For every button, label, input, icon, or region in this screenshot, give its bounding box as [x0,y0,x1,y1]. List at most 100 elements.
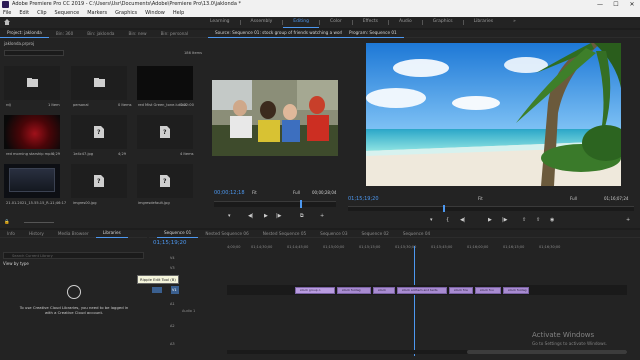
marker-icon[interactable]: ▾ [228,213,231,219]
lock-icon[interactable]: 🔒 [4,220,10,225]
add-button-icon[interactable]: + [626,217,630,223]
tab-media-browser[interactable]: Media Browser [51,230,96,238]
timeline-clip[interactable]: stock anthem and texts [397,287,447,294]
workspace-tab-assembly[interactable]: Assembly [241,17,283,28]
timeline-clip[interactable]: stock group o [295,287,335,294]
tool-tooltip: Ripple Edit Tool (B) [137,275,179,284]
audio-track-name: Audio 1 [182,309,196,313]
item-label: rdj [6,103,11,107]
maximize-button[interactable]: ☐ [608,0,624,9]
step-back-icon[interactable]: ◀| [248,213,254,219]
play-icon[interactable]: ▶ [264,213,268,219]
workspace-tab-color[interactable]: Color [320,17,352,28]
source-scrubber[interactable] [214,200,336,208]
tab-program[interactable]: Program: Sequence 01 [342,29,404,38]
source-playhead[interactable] [300,200,302,208]
add-button-icon[interactable]: + [320,213,324,219]
menu-sequence[interactable]: Sequence [55,9,80,17]
close-button[interactable]: ✕ [624,0,640,9]
menu-clip[interactable]: Clip [37,9,46,17]
tab-bin-new[interactable]: Bin: new [121,30,153,38]
home-icon[interactable] [4,19,10,25]
zoom-slider[interactable] [24,222,54,223]
timeline-clip[interactable]: stock footag [337,287,371,294]
project-item-folder[interactable] [4,66,60,100]
marker-icon[interactable]: ▾ [430,217,433,223]
workspace-tab-editing[interactable]: Editing [283,17,319,28]
project-search-input[interactable] [4,50,64,56]
source-patch-v1[interactable] [152,287,162,293]
project-item-image[interactable]: ? [137,164,193,198]
tab-sequence-04[interactable]: Sequence 04 [396,230,437,238]
tab-sequence-02[interactable]: Sequence 02 [355,230,396,238]
workspace-tab-learning[interactable]: Learning [200,17,240,28]
program-scrubber[interactable] [348,205,634,212]
timeline-clip[interactable]: stock footag [503,287,529,294]
menu-graphics[interactable]: Graphics [115,9,137,17]
menu-file[interactable]: File [3,9,11,17]
insert-icon[interactable]: ⧉ [300,213,304,219]
lift-icon[interactable]: ⇧ [522,217,526,223]
workspace-tab-libraries[interactable]: Libraries [464,17,503,28]
extract-icon[interactable]: ⇪ [536,217,540,223]
timeline-timecode[interactable]: 01;15;19;20 [153,240,187,246]
minimize-button[interactable]: — [592,0,608,9]
program-playhead[interactable] [443,205,445,212]
view-by-select[interactable]: View by type [3,261,29,266]
project-filename: jaklonda.prproj [4,41,35,46]
project-item-clip[interactable] [4,164,60,198]
tab-sequence-01[interactable]: Sequence 01 [157,229,199,238]
timeline-clip[interactable]: stock fou [475,287,501,294]
menu-window[interactable]: Window [145,9,165,17]
tab-bin-360[interactable]: Bin: 360 [49,30,80,38]
menu-markers[interactable]: Markers [87,9,107,17]
tab-nested-sequence-05[interactable]: Nested Sequence 05 [256,230,313,238]
source-fit-select[interactable]: Fit [252,190,257,195]
menu-help[interactable]: Help [173,9,184,17]
play-icon[interactable]: ▶ [488,217,492,223]
workspace-more-button[interactable]: » [503,17,526,28]
timeline-scroll-thumb[interactable] [467,350,627,354]
tab-bin-personal[interactable]: Bin: personal [154,30,196,38]
timeline-clip[interactable]: stock [373,287,395,294]
timeline-playhead[interactable] [414,246,415,356]
timeline-scrollbar[interactable] [227,350,627,354]
tab-libraries[interactable]: Libraries [95,229,128,238]
step-forward-icon[interactable]: |▶ [502,217,508,223]
project-item-clip[interactable] [4,115,60,149]
project-item-folder[interactable] [71,66,127,100]
tab-history[interactable]: History [22,230,51,238]
step-back-icon[interactable]: ◀| [460,217,466,223]
step-forward-icon[interactable]: |▶ [276,213,282,219]
program-duration: 01;16;07;24 [604,196,629,201]
tab-bin-jaklonda[interactable]: Bin: jaklonda [80,30,121,38]
source-monitor: Source: Sequence 01: stock group of frie… [208,30,367,228]
ruler-tick: 01;15;15;00 [359,245,381,249]
go-to-in-icon[interactable]: { [446,217,449,223]
project-item-image[interactable]: ? [137,115,193,149]
tab-project[interactable]: Project: jaklonda [0,29,49,38]
workspace-tab-effects[interactable]: Effects [353,17,388,28]
library-search-input[interactable]: Search Current Library [3,252,144,259]
timeline-clip[interactable]: stock frie [449,287,473,294]
workspace-tab-audio[interactable]: Audio [389,17,422,28]
camera-icon[interactable]: ◉ [550,217,554,223]
project-item-clip[interactable] [137,66,193,100]
premiere-app-icon [2,1,9,8]
workspace-tab-graphics[interactable]: Graphics [423,17,463,28]
program-timecode[interactable]: 01;15;19;20 [348,196,379,202]
source-timecode[interactable]: 00;00;12;18 [214,190,245,196]
tab-info[interactable]: Info [0,230,22,238]
program-quality-select[interactable]: Full [570,196,577,201]
track-header-a3: A3 [152,340,225,349]
source-quality-select[interactable]: Full [293,190,300,195]
project-item-image[interactable]: ? [71,164,127,198]
track-header-v3: V3 [152,264,225,273]
program-fit-select[interactable]: Fit [478,196,483,201]
project-item-image[interactable]: ? [71,115,127,149]
search-placeholder: Search Current Library [12,254,53,258]
time-ruler[interactable]: 4;00;00 01;14;30;00 01;14;45;00 01;15;00… [227,243,627,251]
tab-nested-sequence-06[interactable]: Nested Sequence 06 [198,230,255,238]
menu-edit[interactable]: Edit [19,9,29,17]
tab-sequence-03[interactable]: Sequence 03 [313,230,354,238]
